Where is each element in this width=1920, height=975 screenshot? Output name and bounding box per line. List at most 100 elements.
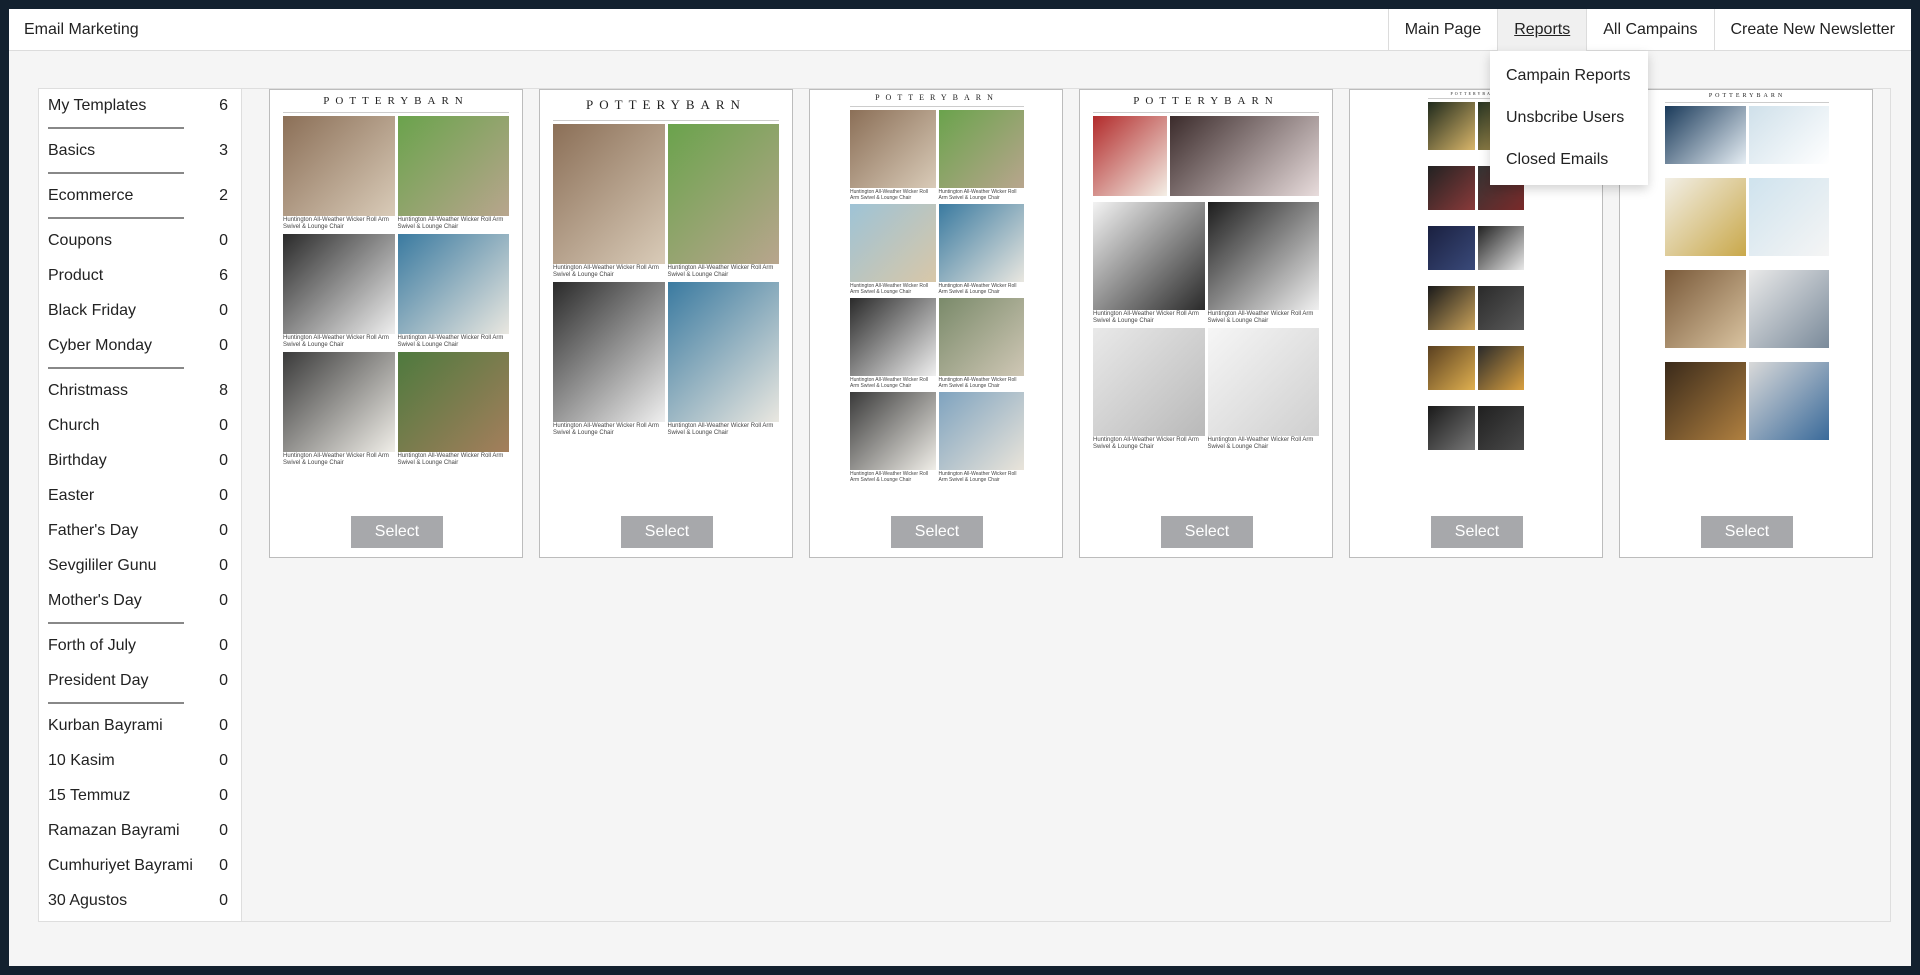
product-image — [667, 124, 779, 264]
category-10-kasim[interactable]: 10 Kasim 0 — [48, 752, 228, 778]
category-count: 0 — [219, 487, 228, 504]
product-image — [1477, 286, 1524, 330]
category-kurban-bayrami[interactable]: Kurban Bayrami 0 — [48, 717, 228, 743]
category-name: Church — [48, 417, 100, 434]
category-count: 0 — [219, 417, 228, 434]
product-image — [1170, 116, 1319, 196]
category-product[interactable]: Product 6 — [48, 267, 228, 293]
menu-item-unsubscribe-users[interactable]: Unsbcribe Users — [1490, 97, 1648, 139]
category-name: Cumhuriyet Bayrami — [48, 857, 193, 874]
category-my-templates[interactable]: My Templates 6 — [48, 97, 228, 123]
template-card: POTTERYBARN Huntington All-Weather Wicke… — [809, 89, 1063, 558]
category-name: Christmass — [48, 382, 129, 399]
category-30-agustos[interactable]: 30 Agustos 0 — [48, 892, 228, 918]
select-button[interactable]: Select — [891, 516, 983, 548]
product-image — [553, 282, 665, 422]
category-ramazan-bayrami[interactable]: Ramazan Bayrami 0 — [48, 822, 228, 848]
category-count: 0 — [219, 592, 228, 609]
product-image — [1207, 202, 1319, 310]
category-black-friday[interactable]: Black Friday 0 — [48, 302, 228, 328]
select-button[interactable]: Select — [1161, 516, 1253, 548]
menu-item-campain-reports[interactable]: Campain Reports — [1490, 55, 1648, 97]
template-preview: POTTERYBARN Huntington All-Weather Wicke… — [283, 90, 509, 490]
product-image — [1477, 406, 1524, 450]
product-caption: Huntington All-Weather Wicker Roll Arm S… — [850, 377, 928, 389]
category-coupons[interactable]: Coupons 0 — [48, 232, 228, 258]
category-name: Ecommerce — [48, 187, 134, 204]
category-sevgililer-gunu[interactable]: Sevgililer Gunu 0 — [48, 557, 228, 583]
potterybarn-logo: POTTERYBARN — [1093, 90, 1319, 113]
category-name: 10 Kasim — [48, 752, 115, 769]
category-name: Father's Day — [48, 522, 139, 539]
category-cyber-monday[interactable]: Cyber Monday 0 — [48, 337, 228, 363]
category-christmass[interactable]: Christmass 8 — [48, 382, 228, 408]
app-title: Email Marketing — [24, 21, 139, 38]
product-caption: Huntington All-Weather Wicker Roll Arm S… — [553, 423, 659, 436]
category-church[interactable]: Church 0 — [48, 417, 228, 443]
product-image — [938, 392, 1024, 470]
product-image — [938, 110, 1024, 188]
potterybarn-logo: POTTERYBARN — [850, 90, 1024, 107]
product-caption: Huntington All-Weather Wicker Roll Arm S… — [667, 423, 774, 436]
category-name: President Day — [48, 672, 149, 689]
template-preview: POTTERYBARN Huntington All-Weather Wicke… — [1093, 90, 1319, 490]
select-button[interactable]: Select — [351, 516, 443, 548]
product-image — [1748, 362, 1829, 440]
product-image — [1207, 328, 1319, 436]
category-count: 0 — [219, 717, 228, 734]
category-name: Cyber Monday — [48, 337, 153, 354]
category-basics[interactable]: Basics 3 — [48, 142, 228, 168]
category-mothers-day[interactable]: Mother's Day 0 — [48, 592, 228, 618]
category-count: 0 — [219, 337, 228, 354]
product-caption: Huntington All-Weather Wicker Roll Arm S… — [938, 189, 1017, 201]
product-image — [1428, 226, 1475, 270]
category-president-day[interactable]: President Day 0 — [48, 672, 228, 698]
category-count: 6 — [219, 267, 228, 284]
product-grid: Huntington All-Weather Wicker Roll Arm S… — [283, 113, 509, 470]
template-preview: POTTERYBARN — [1665, 90, 1829, 490]
product-image — [1748, 178, 1829, 256]
product-image — [283, 352, 395, 452]
nav-main-page[interactable]: Main Page — [1387, 9, 1498, 51]
template-card: POTTERYBARN Huntington All-Weather Wicke… — [1079, 89, 1333, 558]
product-caption: Huntington All-Weather Wicker Roll Arm S… — [397, 335, 504, 348]
category-count: 0 — [219, 557, 228, 574]
product-image — [938, 298, 1024, 376]
product-image — [397, 234, 509, 334]
product-image — [938, 204, 1024, 282]
category-name: My Templates — [48, 97, 147, 114]
app-window: Email Marketing Main Page Reports All Ca… — [9, 9, 1911, 966]
product-image — [1665, 106, 1746, 164]
divider — [48, 127, 184, 129]
product-image — [553, 124, 665, 264]
category-ecommerce[interactable]: Ecommerce 2 — [48, 187, 228, 213]
nav-all-campains[interactable]: All Campains — [1586, 9, 1713, 51]
category-count: 2 — [219, 187, 228, 204]
product-image — [283, 234, 395, 334]
nav-create-new-newsletter[interactable]: Create New Newsletter — [1713, 9, 1912, 51]
content-panel: My Templates 6 Basics 3 Ecommerce 2 Coupons… — [38, 88, 1891, 922]
product-image — [1428, 346, 1475, 390]
select-button[interactable]: Select — [621, 516, 713, 548]
product-caption: Huntington All-Weather Wicker Roll Arm S… — [1207, 311, 1314, 324]
category-birthday[interactable]: Birthday 0 — [48, 452, 228, 478]
category-easter[interactable]: Easter 0 — [48, 487, 228, 513]
category-count: 0 — [219, 302, 228, 319]
menu-item-closed-emails[interactable]: Closed Emails — [1490, 139, 1648, 181]
category-name: Ramazan Bayrami — [48, 822, 180, 839]
category-count: 0 — [219, 672, 228, 689]
category-forth-of-july[interactable]: Forth of July 0 — [48, 637, 228, 663]
category-cumhuriyet-bayrami[interactable]: Cumhuriyet Bayrami 0 — [48, 857, 228, 883]
category-fathers-day[interactable]: Father's Day 0 — [48, 522, 228, 548]
product-image — [850, 110, 936, 188]
category-sidebar: My Templates 6 Basics 3 Ecommerce 2 Coupons… — [39, 89, 242, 921]
category-15-temmuz[interactable]: 15 Temmuz 0 — [48, 787, 228, 813]
select-button[interactable]: Select — [1701, 516, 1793, 548]
nav-reports[interactable]: Reports — [1497, 9, 1587, 51]
product-caption: Huntington All-Weather Wicker Roll Arm S… — [397, 453, 504, 466]
product-grid: Huntington All-Weather Wicker Roll Arm S… — [553, 121, 779, 440]
category-name: Coupons — [48, 232, 113, 249]
product-caption: Huntington All-Weather Wicker Roll Arm S… — [1093, 311, 1199, 324]
select-button[interactable]: Select — [1431, 516, 1523, 548]
category-name: Kurban Bayrami — [48, 717, 163, 734]
